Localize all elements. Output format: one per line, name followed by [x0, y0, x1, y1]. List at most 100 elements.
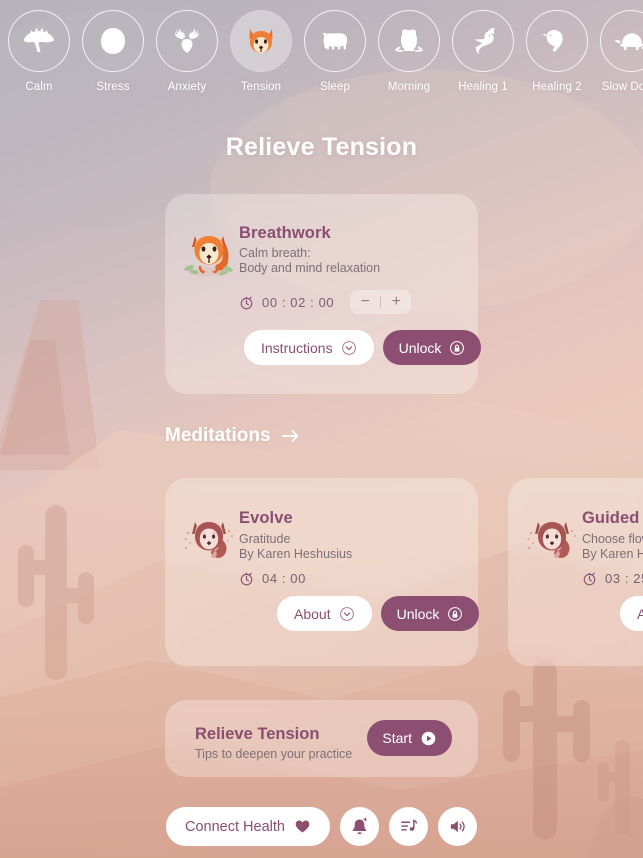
stopwatch-icon: [240, 572, 253, 586]
fox-avatar-icon: [179, 505, 239, 565]
heart-icon: [295, 820, 310, 833]
bird-icon: [542, 30, 563, 52]
about-label: About: [294, 605, 331, 622]
category-circle: [156, 10, 218, 72]
category-item-morning[interactable]: Morning: [378, 10, 440, 93]
volume-button[interactable]: [437, 807, 477, 846]
unlock-button[interactable]: Unlock: [380, 596, 480, 631]
category-item-tension[interactable]: Tension: [230, 10, 292, 93]
guided-actions[interactable]: A: [620, 596, 643, 631]
breathwork-card[interactable]: Breathwork Calm breath: Body and mind re…: [165, 194, 482, 394]
app-root: Calm Stress Anxiety Tension Sleep Mornin…: [0, 0, 643, 858]
chevron-down-circle-icon: [341, 340, 356, 355]
start-label: Start: [382, 730, 412, 746]
category-circle: [8, 10, 70, 72]
category-label: Sleep: [320, 81, 350, 93]
stopwatch-icon: [240, 296, 253, 309]
connect-health-button[interactable]: Connect Health: [166, 807, 330, 846]
instructions-label: Instructions: [261, 339, 333, 356]
breathwork-timer-row[interactable]: 00 : 02 : 00 − +: [239, 290, 412, 314]
category-circle: [304, 10, 366, 72]
category-item-anxiety[interactable]: Anxiety: [156, 10, 218, 93]
duration-decrease-button[interactable]: −: [350, 290, 380, 314]
category-label: Healing 1: [458, 81, 508, 93]
jellyfish-icon: [24, 27, 54, 52]
category-circle: [526, 10, 588, 72]
unlock-label: Unlock: [398, 339, 442, 356]
guided-subtitle-1: Choose flow: [582, 532, 643, 546]
category-label: Stress: [96, 81, 130, 93]
category-label: Anxiety: [167, 81, 207, 93]
evolve-timer-row: 04 : 00: [239, 571, 306, 586]
category-circle: [230, 10, 292, 72]
category-circle: [452, 10, 514, 72]
category-circle: [82, 10, 144, 72]
stopwatch-icon: [583, 572, 596, 586]
category-strip[interactable]: Calm Stress Anxiety Tension Sleep Mornin…: [0, 10, 643, 110]
breathwork-subtitle-1: Calm breath:: [239, 246, 311, 260]
lock-circle-icon: [450, 340, 465, 355]
evolve-subtitle-1: Gratitude: [239, 532, 291, 546]
category-label: Slow Down: [601, 81, 643, 93]
music-note-list-icon: [401, 819, 417, 831]
tips-subtitle: Tips to deepen your practice: [195, 747, 353, 761]
fox-icon: [249, 29, 273, 53]
deer-icon: [175, 28, 199, 53]
notifications-button[interactable]: [339, 807, 379, 846]
guided-meditation-card[interactable]: Guided M Choose flow By Karen Hes 03 : 2…: [508, 478, 643, 666]
breathwork-duration: 00 : 02 : 00: [262, 294, 335, 310]
fox-avatar-icon: [522, 505, 582, 565]
guided-timer-row: 03 : 25: [582, 571, 643, 586]
chevron-down-circle-icon: [339, 606, 354, 621]
category-label: Calm: [25, 81, 53, 93]
frog-icon: [395, 29, 423, 52]
category-item-calm[interactable]: Calm: [8, 10, 70, 93]
stone-icon: [101, 28, 125, 54]
evolve-actions[interactable]: About Unlock: [277, 596, 480, 631]
unlock-label: Unlock: [396, 605, 440, 622]
breathwork-title: Breathwork: [239, 224, 331, 242]
duration-increase-button[interactable]: +: [381, 290, 411, 314]
guided-subtitle-2: By Karen Hes: [582, 547, 643, 561]
tips-card[interactable]: Relieve Tension Tips to deepen your prac…: [165, 700, 478, 777]
about-button[interactable]: About: [277, 596, 372, 631]
play-circle-icon: [421, 731, 436, 745]
arrow-right-icon: [281, 430, 298, 442]
category-item-sleep[interactable]: Sleep: [304, 10, 366, 93]
hummingbird-icon: [474, 27, 495, 54]
fox-avatar-icon: [179, 220, 239, 280]
category-item-slow-down[interactable]: Slow Down: [600, 10, 643, 93]
category-label: Morning: [387, 81, 431, 93]
category-item-stress[interactable]: Stress: [82, 10, 144, 93]
category-label: Tension: [240, 81, 282, 93]
unlock-button[interactable]: Unlock: [382, 330, 482, 365]
evolve-duration: 04 : 00: [262, 571, 306, 586]
about-label: A: [637, 605, 643, 622]
meditations-section-header[interactable]: Meditations: [165, 425, 301, 447]
instructions-button[interactable]: Instructions: [244, 330, 374, 365]
playlist-button[interactable]: [388, 807, 428, 846]
category-circle: [600, 10, 643, 72]
bell-icon: [352, 817, 367, 835]
category-circle: [378, 10, 440, 72]
guided-title: Guided M: [582, 509, 643, 527]
page-title: Relieve Tension: [225, 133, 418, 161]
category-item-healing-2[interactable]: Healing 2: [526, 10, 588, 93]
breathwork-subtitle-2: Body and mind relaxation: [239, 261, 381, 275]
breathwork-actions[interactable]: Instructions Unlock: [244, 330, 482, 365]
lock-circle-icon: [448, 606, 463, 621]
connect-health-label: Connect Health: [185, 818, 285, 835]
speaker-volume-icon: [450, 820, 465, 833]
about-button[interactable]: A: [620, 596, 643, 631]
duration-stepper[interactable]: − +: [350, 290, 412, 314]
category-label: Healing 2: [532, 81, 582, 93]
meditations-label: Meditations: [165, 425, 271, 446]
tips-title: Relieve Tension: [195, 725, 320, 743]
category-item-healing-1[interactable]: Healing 1: [452, 10, 514, 93]
turtle-icon: [614, 33, 643, 50]
evolve-card[interactable]: Evolve Gratitude By Karen Heshusius 04 :…: [165, 478, 480, 666]
bottom-bar[interactable]: Connect Health: [0, 807, 643, 846]
guided-duration: 03 : 25: [605, 571, 643, 586]
evolve-subtitle-2: By Karen Heshusius: [239, 547, 353, 561]
start-button[interactable]: Start: [367, 720, 452, 756]
